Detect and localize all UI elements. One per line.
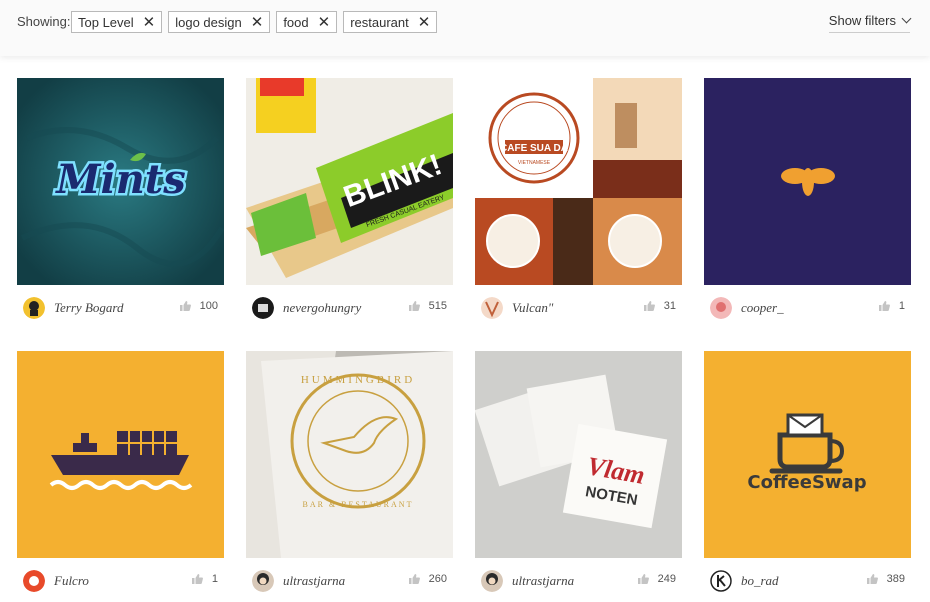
filter-chip[interactable]: Top Level ✕ — [71, 11, 163, 33]
filter-chip[interactable]: logo design ✕ — [168, 11, 271, 33]
avatar[interactable] — [710, 570, 732, 592]
show-filters-button[interactable]: Show filters — [828, 13, 912, 33]
likes-count[interactable]: 260 — [408, 573, 447, 585]
thumbs-up-icon — [191, 574, 203, 584]
avatar[interactable] — [481, 297, 503, 319]
filter-chips: Top Level ✕ logo design ✕ food ✕ restaurant… — [71, 11, 438, 33]
card-meta: Fulcro 1 — [17, 569, 224, 593]
art-text: HUMMINGBIRD — [301, 374, 415, 386]
close-icon[interactable]: ✕ — [418, 15, 431, 30]
avatar[interactable] — [710, 297, 732, 319]
likes-count[interactable]: 389 — [866, 573, 905, 585]
design-thumbnail[interactable]: CoffeeSwap — [704, 351, 911, 558]
thumbs-up-icon — [408, 574, 420, 584]
art-text: CAFE SUA DA — [500, 143, 568, 154]
design-thumbnail[interactable]: Vlam NOTEN — [475, 351, 682, 558]
likes-count[interactable]: 1 — [191, 573, 218, 585]
filter-bar: Showing: Top Level ✕ logo design ✕ food ✕ r… — [0, 0, 930, 56]
card-meta: nevergohungry 515 — [246, 296, 453, 320]
likes-value: 260 — [428, 573, 447, 585]
show-filters-label: Show filters — [828, 13, 896, 28]
likes-count[interactable]: 515 — [408, 300, 447, 312]
username-link[interactable]: nevergohungry — [283, 300, 361, 316]
likes-count[interactable]: 249 — [637, 573, 676, 585]
username-link[interactable]: cooper_ — [741, 300, 784, 316]
design-thumbnail[interactable] — [17, 351, 224, 558]
filter-chip[interactable]: food ✕ — [276, 11, 338, 33]
avatar[interactable] — [252, 297, 274, 319]
avatar[interactable] — [23, 570, 45, 592]
likes-value: 31 — [663, 300, 676, 312]
likes-value: 515 — [428, 300, 447, 312]
design-thumbnail[interactable] — [704, 78, 911, 285]
card-meta: bo_rad 389 — [704, 569, 911, 593]
card-meta: Terry Bogard 100 — [17, 296, 224, 320]
avatar[interactable] — [23, 297, 45, 319]
thumbs-up-icon — [878, 301, 890, 311]
design-thumbnail[interactable]: BLINK! FRESH CASUAL EATERY — [246, 78, 453, 285]
filter-chip-label: food — [283, 14, 309, 30]
design-thumbnail[interactable]: HUMMINGBIRD BAR & RESTAURANT — [246, 351, 453, 558]
thumbs-up-icon — [643, 301, 655, 311]
art-text: CoffeeSwap — [747, 472, 866, 493]
thumbs-up-icon — [866, 574, 878, 584]
card-meta: ultrastjarna 249 — [475, 569, 682, 593]
close-icon[interactable]: ✕ — [318, 15, 331, 30]
likes-count[interactable]: 100 — [179, 300, 218, 312]
username-link[interactable]: Vulcan" — [512, 300, 553, 316]
filter-chip[interactable]: restaurant ✕ — [343, 11, 438, 33]
chevron-down-icon — [901, 13, 912, 24]
thumbs-up-icon — [408, 301, 420, 311]
close-icon[interactable]: ✕ — [251, 15, 264, 30]
filter-chip-label: restaurant — [350, 14, 409, 30]
username-link[interactable]: ultrastjarna — [512, 573, 574, 589]
thumbs-up-icon — [637, 574, 649, 584]
username-link[interactable]: ultrastjarna — [283, 573, 345, 589]
art-text: Mints — [54, 156, 186, 203]
showing-label: Showing: — [17, 14, 71, 29]
likes-count[interactable]: 1 — [878, 300, 905, 312]
username-link[interactable]: bo_rad — [741, 573, 779, 589]
likes-value: 100 — [199, 300, 218, 312]
likes-value: 1 — [211, 573, 218, 585]
avatar[interactable] — [481, 570, 503, 592]
filter-chip-label: logo design — [175, 14, 242, 30]
likes-value: 1 — [898, 300, 905, 312]
card-meta: Vulcan" 31 — [475, 296, 682, 320]
username-link[interactable]: Fulcro — [54, 573, 89, 589]
card-meta: cooper_ 1 — [704, 296, 911, 320]
art-subtext: VIETNAMESE — [518, 160, 551, 166]
likes-count[interactable]: 31 — [643, 300, 676, 312]
design-thumbnail[interactable]: CAFE SUA DA VIETNAMESE — [475, 78, 682, 285]
likes-value: 249 — [657, 573, 676, 585]
likes-value: 389 — [886, 573, 905, 585]
avatar[interactable] — [252, 570, 274, 592]
close-icon[interactable]: ✕ — [143, 15, 156, 30]
art-subtext: BAR & RESTAURANT — [303, 500, 414, 509]
thumbs-up-icon — [179, 301, 191, 311]
username-link[interactable]: Terry Bogard — [54, 300, 123, 316]
design-thumbnail[interactable]: Mints — [17, 78, 224, 285]
card-meta: ultrastjarna 260 — [246, 569, 453, 593]
filter-chip-label: Top Level — [78, 14, 134, 30]
